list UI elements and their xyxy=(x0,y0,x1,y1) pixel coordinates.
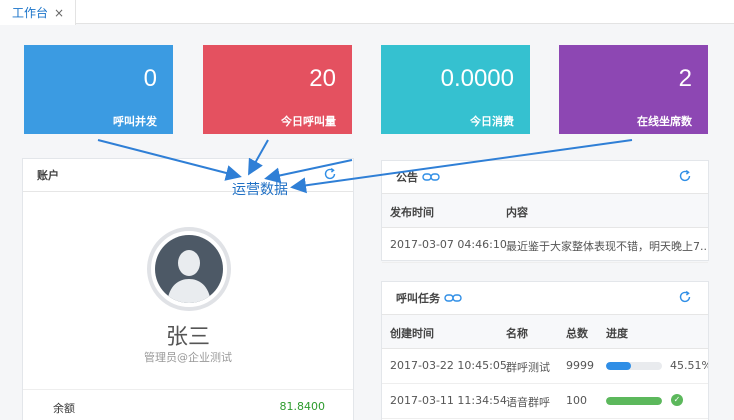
column-header: 总数 xyxy=(566,327,588,340)
balance-row: 余额 81.8400 xyxy=(23,389,353,420)
avatar xyxy=(147,227,231,311)
user-name: 张三 xyxy=(165,325,210,350)
column-header: 创建时间 xyxy=(390,327,434,340)
progress-bar xyxy=(606,362,662,370)
stat-label: 今日呼叫量 xyxy=(281,115,336,128)
stat-label: 在线坐席数 xyxy=(637,115,692,128)
stat-card-online-agents: 2 在线坐席数 xyxy=(559,45,708,134)
annotation-label: 运营数据 xyxy=(232,182,288,198)
account-panel: 账户 张三 管理员@企业测试 余额 81.8400 xyxy=(22,158,354,420)
cell-total: 100 xyxy=(566,394,587,407)
table-header: 创建时间 名称 总数 进度 xyxy=(382,315,708,349)
stat-card-concurrent-calls: 0 呼叫并发 xyxy=(24,45,173,134)
call-tasks-panel: 呼叫任务 创建时间 名称 总数 进度 2017-03-22 10:45:05 群… xyxy=(381,281,709,420)
column-header: 进度 xyxy=(606,327,628,340)
check-icon: ✓ xyxy=(671,394,683,406)
panel-title: 公告 xyxy=(396,171,418,184)
table-row[interactable]: 2017-03-07 04:46:10 最近鉴于大家整体表现不错，明天晚上7..… xyxy=(382,228,708,263)
stat-value: 0 xyxy=(143,65,157,92)
link-icon[interactable] xyxy=(444,293,462,303)
stat-value: 2 xyxy=(678,65,692,92)
tab-label: 工作台 xyxy=(12,6,49,20)
table-header: 发布时间 内容 xyxy=(382,194,708,228)
column-header: 发布时间 xyxy=(390,206,434,219)
progress-fill xyxy=(606,362,632,370)
cell-content: 最近鉴于大家整体表现不错，明天晚上7... xyxy=(506,240,708,253)
refresh-icon[interactable] xyxy=(678,169,692,183)
link-icon[interactable] xyxy=(422,172,440,182)
refresh-icon[interactable] xyxy=(323,167,337,181)
close-icon[interactable]: × xyxy=(54,6,64,20)
cell-time: 2017-03-07 04:46:10 xyxy=(390,238,507,251)
stat-card-today-spend: 0.0000 今日消费 xyxy=(381,45,530,134)
progress-text: 45.51% xyxy=(670,359,708,372)
stat-label: 今日消费 xyxy=(470,115,514,128)
panel-header: 公告 xyxy=(382,161,708,194)
cell-name: 语音群呼 xyxy=(506,396,550,409)
refresh-icon[interactable] xyxy=(678,290,692,304)
tab-workbench[interactable]: 工作台 × xyxy=(0,0,76,25)
cell-name: 群呼测试 xyxy=(506,361,550,374)
progress-fill xyxy=(606,397,662,405)
progress-bar xyxy=(606,397,662,405)
user-role: 管理员@企业测试 xyxy=(144,351,232,364)
cell-total: 9999 xyxy=(566,359,594,372)
column-header: 名称 xyxy=(506,327,528,340)
stat-card-today-calls: 20 今日呼叫量 xyxy=(203,45,352,134)
cell-time: 2017-03-11 11:34:54 xyxy=(390,394,507,407)
stat-value: 0.0000 xyxy=(440,65,514,92)
stat-label: 呼叫并发 xyxy=(113,115,157,128)
table-row[interactable]: 2017-03-22 10:45:05 群呼测试 9999 45.51% xyxy=(382,349,708,384)
panel-header: 账户 xyxy=(23,159,353,192)
panel-title: 账户 xyxy=(37,169,59,182)
notice-panel: 公告 发布时间 内容 2017-03-07 04:46:10 最近鉴于大家整体表… xyxy=(381,160,709,263)
user-silhouette-icon xyxy=(155,235,223,303)
panel-header: 呼叫任务 xyxy=(382,282,708,315)
panel-title: 呼叫任务 xyxy=(396,292,440,305)
cell-time: 2017-03-22 10:45:05 xyxy=(390,359,507,372)
tab-bar: 工作台 × xyxy=(0,0,734,25)
stat-value: 20 xyxy=(309,65,336,92)
balance-label: 余额 xyxy=(53,402,75,415)
balance-value: 81.8400 xyxy=(279,400,326,413)
column-header: 内容 xyxy=(506,206,528,219)
table-row[interactable]: 2017-03-11 11:34:54 语音群呼 100 ✓ xyxy=(382,384,708,419)
